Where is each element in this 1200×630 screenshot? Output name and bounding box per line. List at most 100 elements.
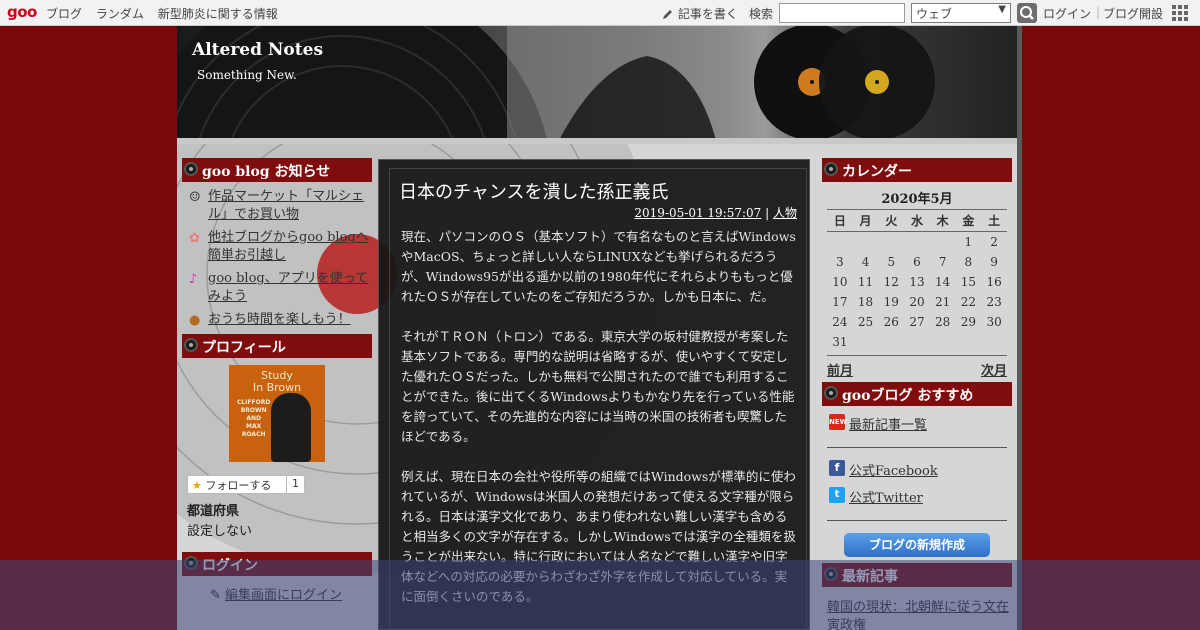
facebook-link[interactable]: 公式Facebook xyxy=(849,464,938,479)
calendar-day: 5 xyxy=(887,254,896,269)
search-input[interactable] xyxy=(779,3,905,23)
calendar-week: 3 4 5 6 7 8 9 xyxy=(827,252,1007,272)
prefecture-value: 設定しない xyxy=(187,524,253,539)
calendar-week: 10 11 12 13 14 15 16 xyxy=(827,272,1007,292)
profile-section: Study In Brown CLIFFORD BROWN AND MAX ROACH xyxy=(182,358,372,470)
recommend-heading: gooブログ おすすめ xyxy=(822,381,1012,406)
dog-icon: ● xyxy=(189,313,201,328)
calendar-day xyxy=(878,332,904,352)
calendar: 2020年5月 日月火水木金土 1 2 3 4 5 6 7 8 9 10 11 12 13 14 15 16 1… xyxy=(822,182,1012,352)
calendar-weekday: 土 xyxy=(981,209,1007,232)
album-figure xyxy=(271,393,311,462)
divider xyxy=(827,519,1007,521)
calendar-day: 12 xyxy=(883,274,899,289)
next-month-link[interactable]: 次月 xyxy=(981,360,1007,379)
calendar-day: 31 xyxy=(832,334,848,349)
prefecture-label: 都道府県 xyxy=(187,504,240,519)
info-item-app: ♪ goo blog、アプリを使ってみよう xyxy=(187,270,372,306)
post-paragraph: 例えば、現在日本の会社や役所等の組織ではWindowsが標準的に使われているが、… xyxy=(401,469,796,604)
calendar-day xyxy=(904,332,930,352)
login-link[interactable]: ログイン xyxy=(1043,5,1091,22)
nav-random[interactable]: ランダム xyxy=(96,7,144,21)
post-category-link[interactable]: 人物 xyxy=(773,206,797,220)
calendar-day: 10 xyxy=(832,274,848,289)
calendar-day xyxy=(878,232,904,252)
calendar-day: 27 xyxy=(909,314,925,329)
search-label: 検索 xyxy=(749,7,774,21)
divider xyxy=(827,446,1007,448)
calendar-day: 2 xyxy=(990,234,998,249)
chevron-down-icon: ▼ xyxy=(998,4,1006,15)
info-link-move[interactable]: 他社ブログからgoo blogへ簡単お引越し xyxy=(208,230,369,263)
profile-heading: プロフィール xyxy=(182,334,372,358)
info-link-home[interactable]: おうち時間を楽しもう！ xyxy=(208,312,351,327)
info-link-app[interactable]: goo blog、アプリを使ってみよう xyxy=(208,271,368,304)
left-sidebar: goo blog お知らせ ☺ 作品マーケット「マルシェル」でお買い物 ✿ 他社… xyxy=(182,158,372,603)
calendar-day: 1 xyxy=(964,234,973,249)
search-scope-value: ウェブ xyxy=(916,7,953,21)
latest-list-link[interactable]: 最新記事一覧 xyxy=(849,418,927,433)
calendar-day xyxy=(930,232,956,252)
calendar-day: 29 xyxy=(960,314,976,329)
create-blog-button[interactable]: ブログの新規作成 xyxy=(844,532,990,557)
follow-label: フォローする xyxy=(205,479,272,492)
post-area: 日本のチャンスを潰した孫正義氏 2019-05-01 19:57:07 | 人物… xyxy=(378,159,810,630)
calendar-day: 22 xyxy=(960,294,976,309)
page-edge xyxy=(1017,26,1022,630)
prev-month-link[interactable]: 前月 xyxy=(827,360,853,379)
calendar-day: 8 xyxy=(964,254,973,269)
calendar-day: 4 xyxy=(861,254,870,269)
write-article-button[interactable]: 記事を書く xyxy=(662,5,738,22)
facebook-icon: f xyxy=(829,459,845,476)
twitter-item: t 公式Twitter xyxy=(829,486,1012,506)
search-scope-select[interactable]: ウェブ ▼ xyxy=(911,3,1011,23)
record-bullet-icon xyxy=(824,566,838,581)
calendar-weekday: 日 xyxy=(827,209,853,232)
goo-top-bar: goo ブログ ランダム 新型肺炎に関する情報 記事を書く 検索 ウェブ ▼ ロ… xyxy=(0,0,1200,26)
calendar-day xyxy=(981,332,1007,352)
twitter-link[interactable]: 公式Twitter xyxy=(849,491,923,506)
info-list: ☺ 作品マーケット「マルシェル」でお買い物 ✿ 他社ブログからgoo blogへ… xyxy=(182,182,372,329)
calendar-day: 18 xyxy=(857,294,874,309)
calendar-weekday: 金 xyxy=(955,209,982,232)
search-button[interactable] xyxy=(1017,3,1037,23)
profile-album-image[interactable]: Study In Brown CLIFFORD BROWN AND MAX ROACH xyxy=(229,365,325,462)
post-datetime-link[interactable]: 2019-05-01 19:57:07 xyxy=(634,206,761,220)
apps-grid-icon[interactable] xyxy=(1172,5,1188,21)
calendar-weekday: 火 xyxy=(878,209,905,232)
calendar-day: 14 xyxy=(935,274,951,289)
nav-blog[interactable]: ブログ xyxy=(46,7,82,21)
new-icon: NEW xyxy=(829,413,847,430)
calendar-day: 19 xyxy=(883,294,899,309)
blog-page: Altered Notes Something New. goo blog お知… xyxy=(177,26,1022,630)
right-sidebar: カレンダー 2020年5月 日月火水木金土 1 2 3 4 5 6 7 8 9 10 11 12 13 1… xyxy=(822,158,1012,630)
info-heading: goo blog お知らせ xyxy=(182,158,372,182)
latest-articles: 韓国の現状：北朝鮮に従う文在寅政権 xyxy=(827,599,1012,630)
latest-list-item: NEW 最新記事一覧 xyxy=(829,413,1012,433)
calendar-week: 24 25 26 27 28 29 30 xyxy=(827,312,1007,332)
calendar-day: 30 xyxy=(986,314,1002,329)
facebook-item: f 公式Facebook xyxy=(829,459,1012,479)
nav-covid-info[interactable]: 新型肺炎に関する情報 xyxy=(158,7,278,21)
blog-start-link[interactable]: ブログ開設 xyxy=(1103,5,1163,22)
album-title-line2: In Brown xyxy=(252,381,302,394)
separator: | xyxy=(1096,5,1101,19)
calendar-day xyxy=(930,332,956,352)
calendar-day: 17 xyxy=(832,294,848,309)
follow-button[interactable]: ★ フォローする 1 xyxy=(187,475,305,494)
blog-title[interactable]: Altered Notes xyxy=(192,40,323,60)
info-item-move: ✿ 他社ブログからgoo blogへ簡単お引越し xyxy=(187,229,372,265)
calendar-day: 16 xyxy=(986,274,1002,289)
calendar-nav: 前月 次月 xyxy=(827,354,1007,385)
edit-login-link[interactable]: 編集画面にログイン xyxy=(225,588,342,603)
latest-article-link[interactable]: 韓国の現状：北朝鮮に従う文在寅政権 xyxy=(827,600,1009,630)
calendar-day: 3 xyxy=(836,254,844,269)
twitter-icon: t xyxy=(829,486,845,503)
record-bullet-icon xyxy=(824,385,838,400)
goo-nav: ブログ ランダム 新型肺炎に関する情報 xyxy=(46,5,288,22)
search-icon xyxy=(1020,6,1034,20)
post-title[interactable]: 日本のチャンスを潰した孫正義氏 xyxy=(399,178,668,204)
write-article-label: 記事を書く xyxy=(677,7,738,21)
info-link-marche[interactable]: 作品マーケット「マルシェル」でお買い物 xyxy=(208,189,364,222)
goo-logo[interactable]: goo xyxy=(7,3,37,21)
